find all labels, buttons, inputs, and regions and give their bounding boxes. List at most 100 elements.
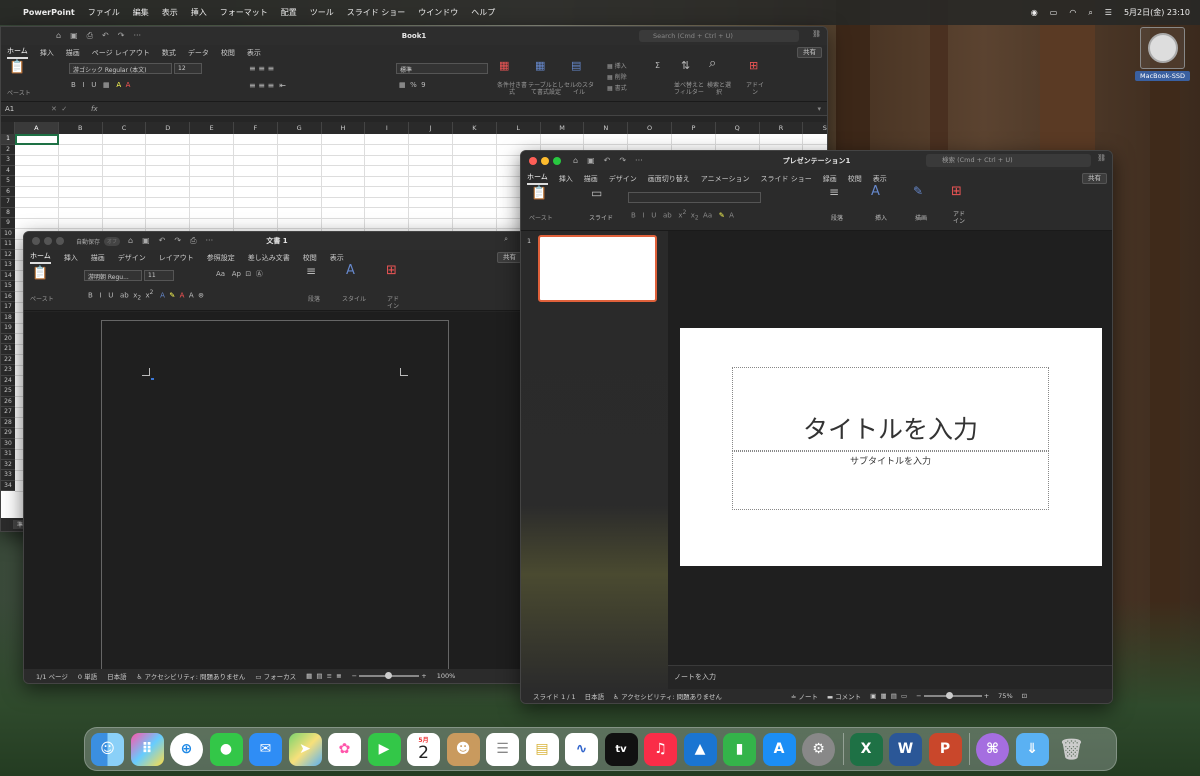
zoom-slider[interactable]: − + xyxy=(916,692,989,700)
fit-slide-icon[interactable]: ⊡ xyxy=(1022,692,1027,700)
row-header[interactable]: 12 xyxy=(1,249,15,260)
column-header[interactable]: F xyxy=(234,122,278,134)
font-size-select[interactable]: 12 xyxy=(174,63,202,74)
share-link-icon[interactable]: ⛓ xyxy=(1097,154,1106,162)
music-icon[interactable]: ♫ xyxy=(644,732,677,766)
subtitle-placeholder[interactable]: サブタイトルを入力 xyxy=(732,451,1049,510)
row-header[interactable]: 17 xyxy=(1,302,15,313)
tab-design[interactable]: デザイン xyxy=(609,174,637,184)
language[interactable]: 日本語 xyxy=(107,671,127,681)
ppt-titlebar[interactable]: ⌂ ▣ ↶ ↷ ··· プレゼンテーション1 検索 (Cmd + Ctrl + U) ⛓ xyxy=(521,151,1112,170)
menu-app-name[interactable]: PowerPoint xyxy=(23,8,75,17)
focus-button[interactable]: ▭ フォーカス xyxy=(255,671,296,681)
view-buttons[interactable]: ▦ ▤ ≡ ≣ xyxy=(306,672,342,680)
paste-icon[interactable]: 📋 xyxy=(531,187,547,200)
row-header[interactable]: 27 xyxy=(1,407,15,418)
downloads-icon[interactable]: ⇓ xyxy=(1015,732,1049,766)
table-format-label[interactable]: テーブルとして書式設定 xyxy=(527,82,565,96)
autosave-toggle[interactable]: オフ xyxy=(104,236,121,246)
row-header[interactable]: 34 xyxy=(1,480,15,491)
view-buttons[interactable]: ▣ ▦ ▤ ▭ xyxy=(870,692,907,700)
title-placeholder[interactable]: タイトルを入力 xyxy=(732,367,1049,451)
more-icon[interactable]: ··· xyxy=(133,31,141,41)
tab-insert[interactable]: 挿入 xyxy=(559,174,573,184)
row-header[interactable]: 15 xyxy=(1,281,15,292)
zoom-slider[interactable]: − + xyxy=(352,672,427,680)
column-header[interactable]: B xyxy=(58,122,103,134)
contacts-icon[interactable]: ☻ xyxy=(446,732,480,766)
row-header[interactable]: 3 xyxy=(1,155,15,166)
paste-icon[interactable]: 📋 xyxy=(32,267,48,280)
column-header[interactable]: G xyxy=(277,122,322,134)
language[interactable]: 日本語 xyxy=(585,691,605,701)
slide-thumbnail[interactable] xyxy=(538,235,657,302)
keynote-icon[interactable]: ▲ xyxy=(683,732,717,766)
paste-label[interactable]: ペースト xyxy=(529,215,553,222)
number-format-select[interactable]: 標準 xyxy=(396,63,488,74)
row-header[interactable]: 1 xyxy=(1,134,15,145)
redo-icon[interactable]: ↷ xyxy=(174,236,181,246)
row-header[interactable]: 10 xyxy=(1,228,15,239)
row-header[interactable]: 16 xyxy=(1,291,15,302)
paste-label[interactable]: ペースト xyxy=(7,90,31,97)
menu-view[interactable]: 表示 xyxy=(162,7,178,18)
close-button[interactable] xyxy=(32,237,40,245)
drive-icon[interactable] xyxy=(1140,27,1185,69)
paragraph-label[interactable]: 段落 xyxy=(308,296,320,303)
print-icon[interactable]: ⎙ xyxy=(87,31,93,41)
print-icon[interactable]: ⎙ xyxy=(190,236,196,246)
share-link-icon[interactable]: ⛓ xyxy=(812,30,821,38)
selected-cell[interactable] xyxy=(15,134,59,145)
calendar-icon[interactable]: 5月 2 xyxy=(407,732,440,766)
font-select[interactable] xyxy=(628,192,761,203)
addins-label[interactable]: アドイン xyxy=(386,296,400,310)
vpn-icon[interactable]: ◉ xyxy=(1031,8,1038,17)
sort-filter-label[interactable]: 並べ替えとフィルター xyxy=(672,82,706,96)
photos-icon[interactable]: ✿ xyxy=(328,732,361,766)
tab-home[interactable]: ホーム xyxy=(30,251,51,264)
find-icon[interactable]: ⌕ xyxy=(709,57,716,70)
menu-file[interactable]: ファイル xyxy=(88,7,120,18)
delete-cells[interactable]: ▦ 削除 xyxy=(607,74,627,81)
cell-style-icon[interactable]: ▤ xyxy=(571,60,581,71)
new-slide-icon[interactable]: ▭ xyxy=(591,187,602,199)
accessibility-status[interactable]: ♿ アクセシビリティ: 問題ありません xyxy=(137,671,246,681)
share-button[interactable]: 共有 xyxy=(797,47,822,58)
draw-label[interactable]: 描画 xyxy=(915,215,927,222)
battery-icon[interactable]: ▭ xyxy=(1050,8,1058,17)
excel-titlebar[interactable]: ⌂ ▣ ⎙ ↶ ↷ ··· Book1 Search (Cmd + Ctrl + U) ⛓ xyxy=(1,27,827,45)
draw-icon[interactable]: ✎ xyxy=(913,185,923,197)
name-box[interactable]: A1 xyxy=(1,105,51,113)
addins-label[interactable]: アドイン xyxy=(953,211,965,225)
tab-home[interactable]: ホーム xyxy=(527,172,548,185)
document-page[interactable] xyxy=(101,320,449,680)
insert-shape-icon[interactable]: A xyxy=(871,185,880,198)
row-header[interactable]: 21 xyxy=(1,344,15,355)
home-icon[interactable]: ⌂ xyxy=(128,236,133,246)
row-header[interactable]: 32 xyxy=(1,459,15,470)
tab-insert[interactable]: 挿入 xyxy=(64,253,78,263)
minimize-button[interactable] xyxy=(44,237,52,245)
slide-canvas[interactable]: タイトルを入力 サブタイトルを入力 xyxy=(680,328,1102,566)
column-header[interactable]: O xyxy=(628,122,672,134)
row-header[interactable]: 30 xyxy=(1,438,15,449)
format-buttons[interactable]: B I U ▦ A A xyxy=(71,82,130,89)
save-icon[interactable]: ▣ xyxy=(142,236,150,246)
column-header[interactable]: K xyxy=(453,122,497,134)
insert-label[interactable]: 挿入 xyxy=(875,215,887,222)
drive-label[interactable]: MacBook-SSD xyxy=(1135,71,1190,81)
tab-data[interactable]: データ xyxy=(188,48,209,58)
tab-review[interactable]: 校閲 xyxy=(848,174,862,184)
search-icon[interactable]: ⌕ xyxy=(1088,8,1092,18)
redo-icon[interactable]: ↷ xyxy=(619,156,626,165)
conditional-format-icon[interactable]: ▦ xyxy=(499,60,509,71)
styles-label[interactable]: スタイル xyxy=(342,296,366,303)
wifi-icon[interactable]: ◠ xyxy=(1069,8,1076,17)
tab-draw[interactable]: 描画 xyxy=(584,174,598,184)
formula-cancel-confirm[interactable]: ✕ ✓ xyxy=(51,105,91,113)
column-header[interactable]: E xyxy=(190,122,234,134)
ppt-search-input[interactable]: 検索 (Cmd + Ctrl + U) xyxy=(926,154,1091,167)
row-header[interactable]: 18 xyxy=(1,312,15,323)
tab-formulas[interactable]: 数式 xyxy=(162,48,176,58)
more-icon[interactable]: ··· xyxy=(205,236,213,246)
